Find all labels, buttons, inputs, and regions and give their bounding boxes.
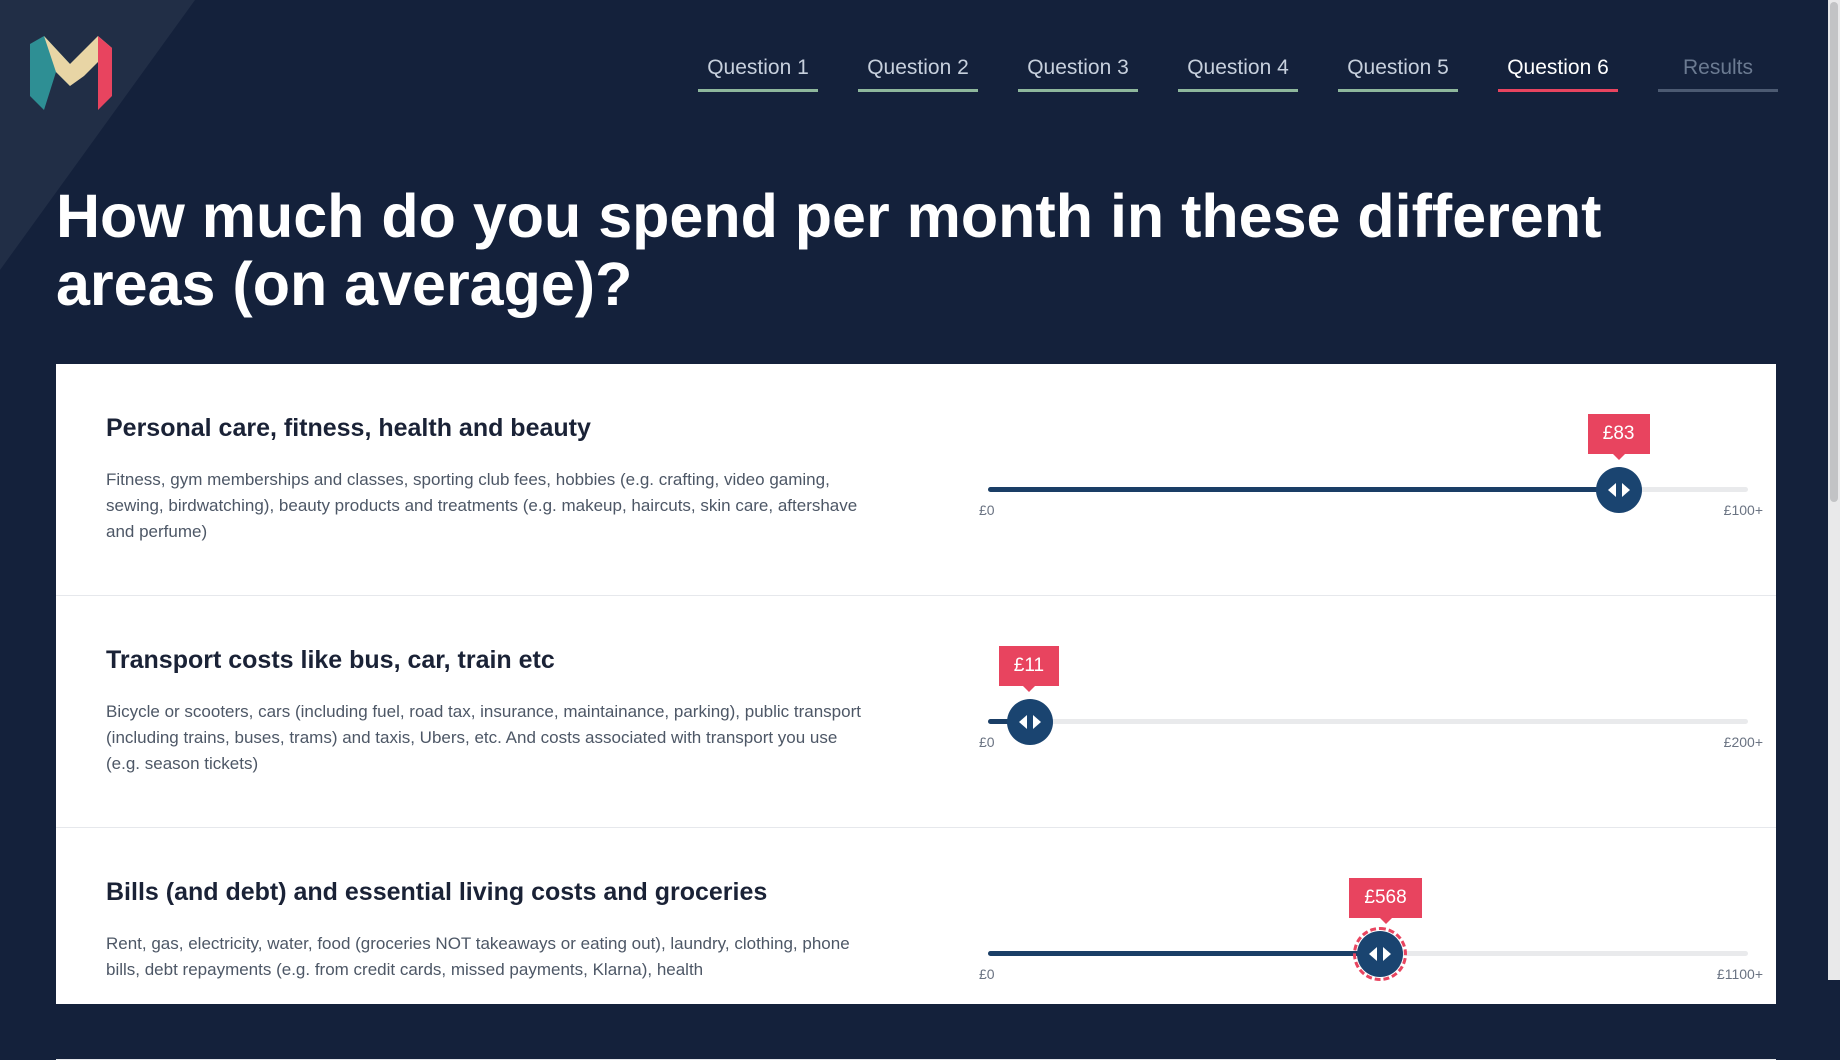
slider-min-label: £0: [979, 734, 995, 750]
page-title: How much do you spend per month in these…: [56, 182, 1602, 318]
scrollbar-thumb[interactable]: [1830, 2, 1838, 502]
spend-slider[interactable]: £568 £0 £1100+: [968, 828, 1763, 1059]
questions-card: Personal care, fitness, health and beaut…: [56, 364, 1776, 1060]
question-row-personal-care: Personal care, fitness, health and beaut…: [56, 364, 1776, 596]
page-scrollbar[interactable]: [1828, 0, 1840, 980]
question-nav: Question 1 Question 2 Question 3 Questio…: [698, 56, 1778, 92]
monzo-logo-icon: [30, 36, 112, 110]
nav-question-3[interactable]: Question 3: [1018, 56, 1138, 92]
question-description: Fitness, gym memberships and classes, sp…: [106, 470, 858, 541]
slider-thumb[interactable]: [1353, 927, 1408, 981]
question-title: Transport costs like bus, car, train etc: [106, 646, 555, 674]
left-right-arrows-icon: [1369, 947, 1392, 961]
slider-max-label: £100+: [1723, 502, 1763, 518]
slider-thumb[interactable]: [1006, 699, 1053, 745]
question-title: Bills (and debt) and essential living co…: [106, 878, 768, 906]
left-right-arrows-icon: [1018, 715, 1041, 729]
nav-question-4[interactable]: Question 4: [1178, 56, 1298, 92]
slider-value-bubble: £568: [1349, 878, 1422, 924]
slider-max-label: £200+: [1723, 734, 1763, 750]
slider-thumb[interactable]: [1595, 467, 1642, 513]
nav-question-2[interactable]: Question 2: [858, 56, 978, 92]
question-row-bills: Bills (and debt) and essential living co…: [56, 828, 1776, 1060]
question-title: Personal care, fitness, health and beaut…: [106, 414, 591, 442]
spend-slider[interactable]: £11 £0 £200+: [968, 596, 1763, 827]
logo[interactable]: [30, 34, 112, 110]
question-description: Bicycle or scooters, cars (including fue…: [106, 702, 861, 773]
slider-track[interactable]: £11: [988, 646, 1748, 724]
nav-question-5[interactable]: Question 5: [1338, 56, 1458, 92]
slider-fill: [988, 951, 1381, 956]
slider-min-label: £0: [979, 502, 995, 518]
slider-value-bubble: £11: [998, 646, 1060, 692]
nav-results: Results: [1658, 56, 1778, 92]
nav-question-6[interactable]: Question 6: [1498, 56, 1618, 92]
slider-value-bubble: £83: [1587, 414, 1650, 460]
left-right-arrows-icon: [1607, 483, 1630, 497]
question-row-transport: Transport costs like bus, car, train etc…: [56, 596, 1776, 828]
question-description: Rent, gas, electricity, water, food (gro…: [106, 934, 850, 979]
spend-slider[interactable]: £83 £0 £100+: [968, 364, 1763, 595]
nav-question-1[interactable]: Question 1: [698, 56, 818, 92]
slider-fill: [988, 487, 1619, 492]
